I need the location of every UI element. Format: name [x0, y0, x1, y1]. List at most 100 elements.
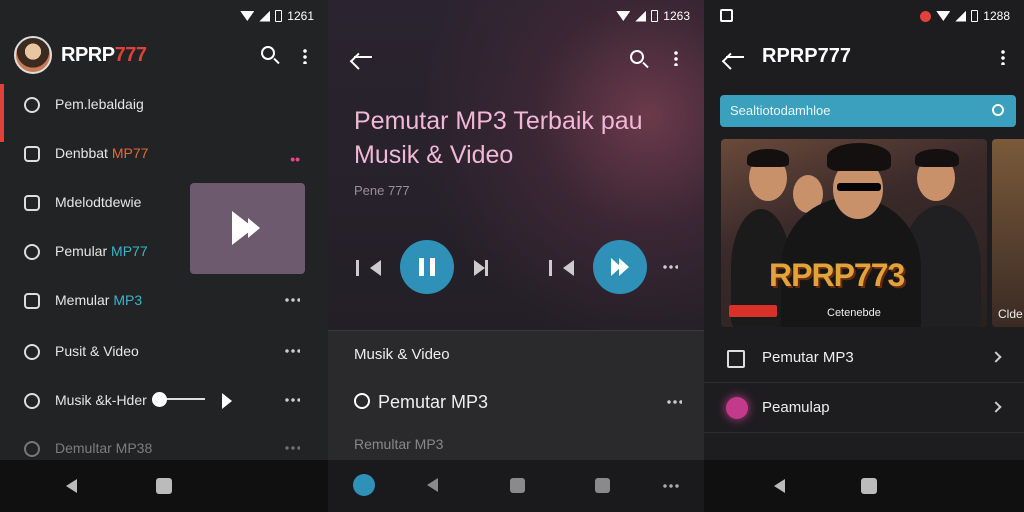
- volume-slider-knob[interactable]: [152, 392, 167, 407]
- more-horiz-icon[interactable]: [284, 349, 300, 353]
- card-caption: Cetenebde: [827, 307, 881, 319]
- back-tab-icon[interactable]: [427, 478, 438, 492]
- menu-item-label: Mdelodtdewie: [55, 194, 142, 210]
- pause-button[interactable]: [400, 240, 454, 294]
- signal-icon: [955, 10, 967, 22]
- status-bar: 1261: [0, 0, 328, 32]
- previous-icon[interactable]: [356, 260, 381, 276]
- more-vert-icon[interactable]: [1001, 49, 1005, 65]
- fast-forward-icon: [611, 258, 629, 276]
- back-nav-icon[interactable]: [66, 479, 77, 493]
- record-icon: [920, 10, 932, 22]
- play-icon: [248, 218, 260, 238]
- brand-part-1: RPRP: [61, 44, 115, 66]
- list-item[interactable]: Musik & Video: [328, 330, 704, 378]
- square-tab-icon[interactable]: [595, 478, 610, 493]
- more-horiz-icon[interactable]: [662, 484, 680, 488]
- square-tab-icon[interactable]: [510, 478, 525, 493]
- wifi-icon: [936, 11, 951, 21]
- floating-play-card[interactable]: [190, 183, 305, 274]
- next-card-caption: Clde: [998, 307, 1023, 321]
- page-title: RPRP777: [762, 45, 851, 67]
- clock-icon: [24, 344, 40, 360]
- person-hair: [827, 143, 891, 171]
- refresh-icon[interactable]: [992, 104, 1004, 116]
- search-bar[interactable]: Sealtiotodamhloe: [720, 95, 1016, 127]
- menu-item-label: Demultar MP38: [55, 440, 153, 456]
- home-nav-icon[interactable]: [156, 478, 172, 494]
- home-nav-icon[interactable]: [861, 478, 877, 494]
- minus-box-icon: [24, 293, 40, 309]
- menu-item-label: Pem.lebaldaig: [55, 96, 144, 112]
- search-icon[interactable]: [630, 50, 644, 64]
- folder-icon: [24, 195, 40, 211]
- player-screen: 1263 Pemutar MP3 Terbaik pau Musik & Vid…: [328, 0, 704, 512]
- list-item-label: Peamulap: [762, 399, 830, 416]
- fast-forward-button[interactable]: [593, 240, 647, 294]
- list-item-label: Pemutar MP3: [378, 392, 489, 412]
- bottom-tab-bar: [328, 460, 704, 512]
- chevron-right-icon: [990, 401, 1002, 413]
- signal-icon: [259, 10, 271, 22]
- next-card[interactable]: [992, 139, 1024, 327]
- pink-dots-icon: •︎•: [290, 151, 300, 167]
- wifi-icon: [616, 11, 631, 21]
- more-horiz-icon[interactable]: [662, 265, 678, 269]
- list-item[interactable]: Pemutar MP3: [704, 333, 1024, 383]
- previous-icon[interactable]: [549, 260, 574, 276]
- pause-icon: [419, 258, 435, 276]
- menu-item[interactable]: Pem.lebaldaig: [0, 81, 328, 129]
- list-item[interactable]: Pemutar MP3: [328, 378, 704, 426]
- heart-badge-icon: [726, 397, 748, 419]
- menu-item[interactable]: Pusit & Video: [0, 328, 328, 376]
- checkbox[interactable]: [727, 350, 745, 368]
- more-horiz-icon[interactable]: [284, 298, 300, 302]
- list-item[interactable]: Peamulap: [704, 383, 1024, 433]
- music-icon: [354, 393, 370, 409]
- card-badge: [729, 305, 777, 317]
- drawer-screen: 1261 RPRP777 Pem.lebaldaig Denbbat MP77 …: [0, 0, 328, 512]
- system-nav-bar: [704, 460, 1024, 512]
- menu-item[interactable]: Memular MP3: [0, 277, 328, 325]
- search-placeholder: Sealtiotodamhloe: [730, 103, 831, 118]
- menu-item[interactable]: Denbbat MP77: [0, 130, 328, 178]
- more-vert-icon[interactable]: [674, 50, 678, 66]
- next-icon[interactable]: [474, 260, 488, 276]
- status-bar: 1288: [704, 0, 1024, 32]
- more-horiz-icon[interactable]: [284, 398, 300, 402]
- clipboard-icon: [24, 146, 40, 162]
- more-vert-icon[interactable]: [303, 48, 307, 64]
- app-bar: RPRP777: [0, 32, 328, 82]
- app-brand: RPRP777: [61, 44, 147, 67]
- avatar[interactable]: [14, 36, 52, 74]
- back-arrow-icon[interactable]: [726, 56, 744, 58]
- list-item[interactable]: Remultar MP3: [328, 426, 704, 462]
- list-item-label: Pemutar MP3: [762, 349, 854, 366]
- notification-icon: [720, 9, 733, 22]
- wifi-icon: [240, 11, 255, 21]
- featured-card[interactable]: RPRP773 Cetenebde: [721, 139, 987, 327]
- person-hair: [915, 149, 959, 167]
- home-tab-icon[interactable]: [353, 474, 375, 496]
- menu-item-label: Memular MP3: [55, 292, 143, 308]
- search-icon[interactable]: [261, 46, 275, 60]
- browse-screen: 1288 RPRP777 Sealtiotodamhloe RPRP773 Ce…: [704, 0, 1024, 512]
- back-nav-icon[interactable]: [774, 479, 785, 493]
- signal-icon: [635, 10, 647, 22]
- play-icon[interactable]: [222, 393, 232, 409]
- more-horiz-icon[interactable]: [284, 446, 300, 450]
- hero-subtitle: Pene 777: [354, 183, 410, 198]
- hero-title: Pemutar MP3 Terbaik pau Musik & Video: [354, 107, 643, 169]
- back-arrow-icon[interactable]: [354, 56, 372, 58]
- sunglasses: [837, 183, 881, 191]
- list-item-label: Remultar MP3: [354, 436, 444, 452]
- menu-item-label: Pusit & Video: [55, 343, 139, 359]
- status-time: 1263: [663, 9, 690, 23]
- speaker-icon: [24, 244, 40, 260]
- gauge-icon: [24, 441, 40, 457]
- status-time: 1261: [287, 9, 314, 23]
- more-horiz-icon[interactable]: [666, 400, 682, 404]
- battery-icon: [971, 10, 979, 22]
- list-item-label: Musik & Video: [354, 346, 450, 363]
- brand-part-2: 777: [114, 44, 147, 66]
